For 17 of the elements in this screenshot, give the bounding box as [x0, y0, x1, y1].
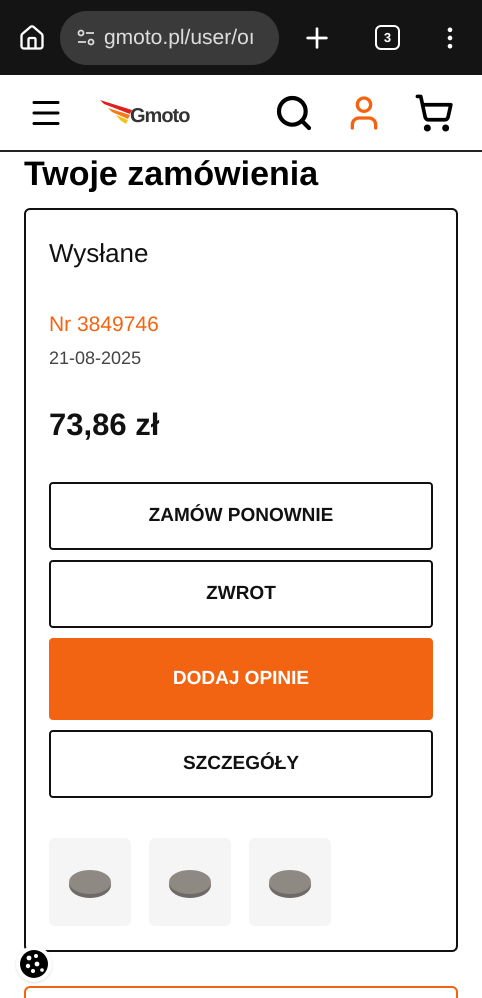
cart-icon[interactable] [414, 92, 454, 132]
address-bar[interactable]: gmoto.pl/user/oı [60, 10, 279, 64]
home-icon[interactable] [18, 24, 46, 52]
page-title: Twoje zamówienia [24, 154, 318, 194]
action-button[interactable]: SZCZEGÓŁY [49, 730, 433, 798]
site-settings-icon[interactable] [76, 28, 96, 48]
order-status: Wysłane [49, 237, 150, 270]
cookie-button[interactable] [16, 946, 52, 982]
url-text: gmoto.pl/user/oı [104, 24, 255, 51]
cookie-icon [19, 949, 49, 979]
order-total: 73,86 zł [49, 406, 160, 444]
tab-count[interactable]: 3 [375, 25, 400, 50]
order-date: 21-08-2025 [49, 346, 142, 370]
action-button[interactable]: ZAMÓW PONOWNIE [49, 482, 433, 550]
wing-logo-icon [100, 100, 132, 126]
logo-text[interactable]: Gmoto [130, 100, 190, 130]
action-button[interactable]: ZWROT [49, 560, 433, 628]
